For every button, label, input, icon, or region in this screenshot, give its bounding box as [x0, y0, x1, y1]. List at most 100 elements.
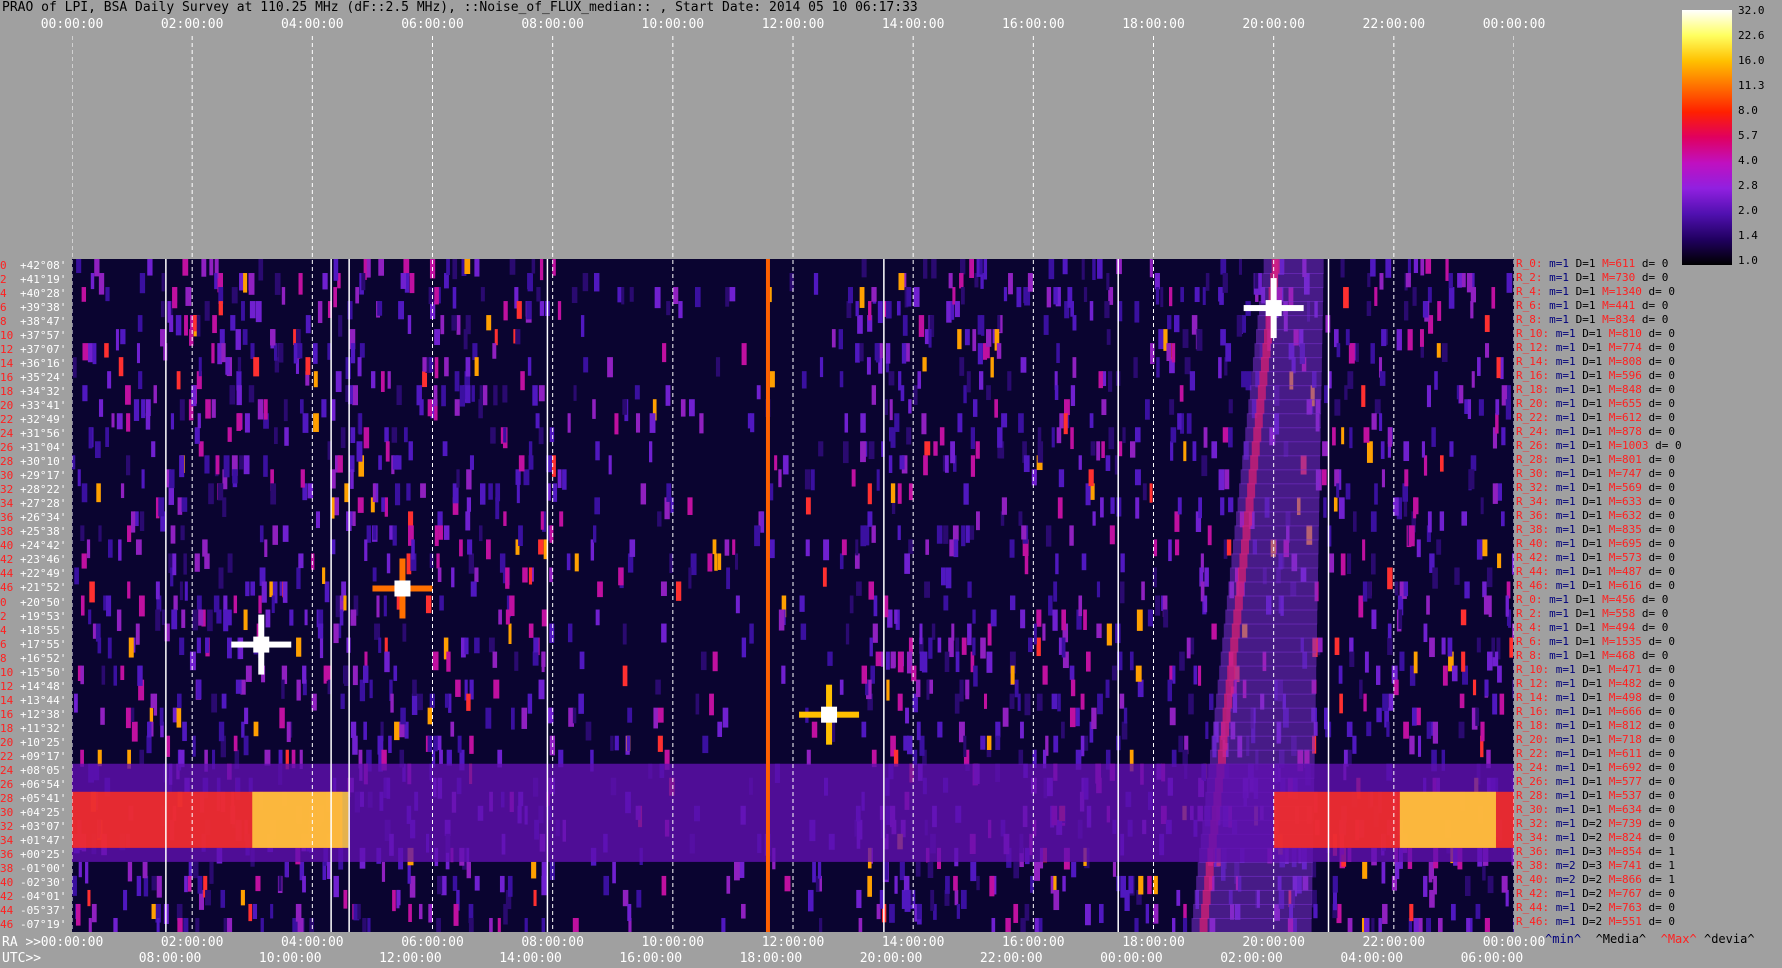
- noise-speck: [954, 693, 960, 714]
- stats-cell-r: R_24:: [1516, 425, 1556, 438]
- noise-speck: [223, 595, 228, 612]
- noise-speck: [858, 917, 863, 932]
- stats-cell-m: m=1: [1555, 831, 1583, 844]
- noise-speck: [184, 875, 188, 893]
- noise-speck: [159, 707, 164, 726]
- noise-speck: [1475, 707, 1480, 726]
- stats-cell-M: M=456: [1602, 593, 1642, 606]
- noise-speck: [227, 917, 233, 932]
- noise-speck: [1371, 413, 1377, 430]
- noise-speck: [156, 917, 160, 932]
- noise-speck: [459, 539, 463, 557]
- solid-marker-line: [883, 259, 885, 932]
- stats-cell-r: R_2:: [1516, 271, 1550, 284]
- noise-speck: [1340, 553, 1346, 576]
- noise-speck: [204, 301, 210, 321]
- dec-row-value: +33°41': [20, 399, 67, 413]
- stats-row: R_0: m=1 D=1 M=456 d= 0: [1516, 593, 1675, 607]
- noise-speck: [1196, 329, 1203, 351]
- noise-speck: [1014, 679, 1019, 698]
- noise-speck: [1177, 497, 1182, 515]
- stats-cell-d: D=1: [1582, 439, 1609, 452]
- noise-speck: [248, 273, 255, 295]
- noise-speck: [933, 441, 938, 456]
- noise-speck: [1427, 287, 1432, 303]
- noise-speck: [1466, 917, 1471, 932]
- noise-speck: [319, 637, 324, 659]
- noise-speck: [145, 399, 151, 417]
- noise-speck: [614, 735, 619, 751]
- stats-cell-M: M=537: [1608, 789, 1649, 802]
- noise-speck: [86, 539, 91, 559]
- noise-speck: [192, 861, 199, 879]
- noise-speck: [1203, 595, 1208, 613]
- stats-cell-M: M=808: [1608, 355, 1649, 368]
- dec-row-value: +11°32': [20, 721, 67, 735]
- ra-tick-label-4: 08:00:00: [521, 935, 584, 950]
- noise-speck: [90, 273, 95, 290]
- dec-row-index: 2: [0, 609, 7, 623]
- noise-speck: [1497, 665, 1502, 683]
- noise-speck: [981, 315, 985, 336]
- noise-speck: [1186, 413, 1192, 434]
- noise-speck: [1106, 623, 1112, 646]
- noise-speck: [1471, 371, 1475, 388]
- noise-speck: [1141, 581, 1145, 601]
- stats-cell-dv: d= 0: [1648, 341, 1682, 354]
- noise-speck: [98, 525, 102, 542]
- noise-speck: [1142, 483, 1147, 501]
- colorbar-tick-label: 2.8: [1738, 179, 1758, 192]
- stats-cell-d: D=1: [1582, 411, 1609, 424]
- noise-speck: [571, 287, 578, 304]
- noise-speck: [1448, 287, 1455, 309]
- noise-speck: [350, 343, 356, 364]
- noise-speck: [906, 427, 912, 445]
- noise-speck: [847, 287, 854, 304]
- noise-speck: [861, 721, 867, 738]
- noise-speck: [967, 623, 972, 646]
- noise-speck: [1027, 273, 1033, 292]
- noise-speck: [272, 525, 278, 545]
- dec-row: 40 +24°42': [0, 539, 66, 553]
- noise-speck: [242, 329, 248, 345]
- noise-speck: [1174, 511, 1180, 532]
- noise-speck: [1220, 259, 1227, 275]
- noise-speck: [115, 329, 119, 351]
- noise-speck: [490, 427, 496, 444]
- noise-speck: [258, 259, 264, 281]
- noise-speck: [1194, 287, 1200, 303]
- noise-speck: [485, 707, 492, 729]
- noise-speck: [433, 735, 438, 752]
- noise-speck: [528, 567, 533, 585]
- noise-speck: [403, 427, 408, 443]
- stats-cell-d: D=1: [1575, 635, 1603, 648]
- noise-speck: [125, 707, 131, 729]
- stats-cell-dv: d= 0: [1648, 425, 1682, 438]
- noise-speck: [1224, 469, 1230, 490]
- noise-speck: [724, 539, 730, 556]
- noise-speck: [89, 581, 95, 603]
- noise-speck: [1449, 441, 1454, 457]
- dec-row: 0 +20°50': [0, 596, 66, 610]
- noise-speck: [963, 385, 967, 404]
- declination-labels: 0 +42°08' 2 +41°19' 4 +40°28' 6 +39°38' 8 +38°47'…: [0, 259, 72, 932]
- noise-speck: [896, 301, 901, 316]
- noise-speck: [516, 483, 520, 504]
- noise-speck: [1211, 623, 1217, 640]
- noise-speck: [1403, 441, 1410, 462]
- stats-row: R_16: m=1 D=1 M=596 d= 0: [1516, 369, 1682, 383]
- noise-speck: [235, 329, 241, 350]
- dec-row: 2 +19°53': [0, 610, 66, 624]
- noise-speck: [223, 609, 229, 632]
- noise-speck: [352, 665, 358, 686]
- dec-row: 30 +04°25': [0, 806, 66, 820]
- noise-speck: [1492, 483, 1498, 504]
- noise-speck: [975, 511, 980, 531]
- noise-speck: [466, 469, 472, 490]
- top-tick-label-1: 02:00:00: [160, 17, 224, 32]
- noise-speck: [980, 637, 986, 659]
- noise-speck: [1098, 371, 1103, 389]
- noise-speck: [1096, 581, 1101, 598]
- noise-speck: [725, 287, 730, 307]
- stats-cell-dv: d= 0: [1648, 747, 1682, 760]
